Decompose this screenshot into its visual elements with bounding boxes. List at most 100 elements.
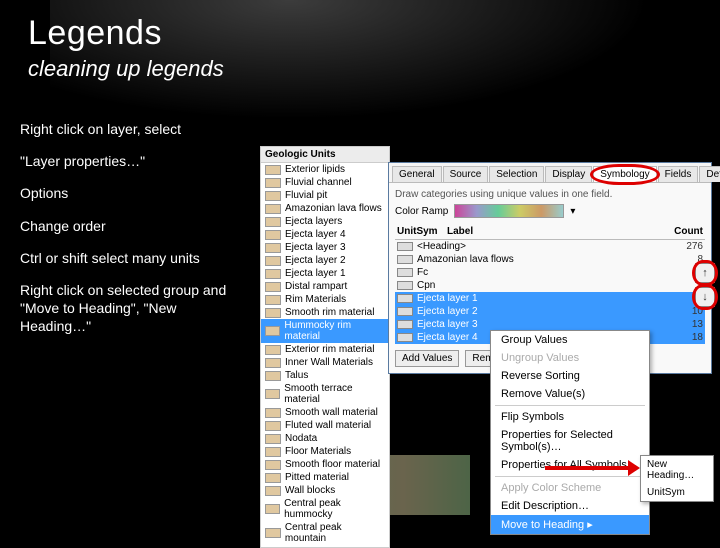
symbology-swatch-icon [397,242,413,251]
symbology-row-label: Amazonian lava flows [417,254,663,265]
symbology-row[interactable]: <Heading>276 [395,240,705,253]
move-down-button[interactable]: ↓ [695,287,715,307]
layer-panel-item[interactable]: Smooth terrace material [261,382,389,406]
layer-panel-item[interactable]: Smooth wall material [261,406,389,419]
layer-panel-item[interactable]: Fluted wall material [261,419,389,432]
layer-panel-item[interactable]: Rim Materials [261,293,389,306]
symbology-swatch-icon [397,294,413,303]
layer-panel-item-label: Hummocky rim material [284,320,385,342]
layer-swatch-icon [265,408,281,418]
layer-panel-item-label: Amazonian lava flows [285,203,382,214]
menu-item[interactable]: Properties for Selected Symbol(s)… [491,426,649,456]
layer-swatch-icon [265,447,281,457]
colorramp[interactable] [454,204,564,218]
symbology-swatch-icon [397,255,413,264]
layer-panel-item[interactable]: Amazonian lava flows [261,202,389,215]
layer-swatch-icon [265,345,281,355]
submenu-item[interactable]: UnitSym [641,484,713,501]
menu-item[interactable]: Properties for All Symbols… [491,456,649,474]
layer-panel-item[interactable]: Central peak mountain [261,521,389,545]
layer-panel-item[interactable]: Ejecta layer 1 [261,267,389,280]
layer-panel-item[interactable]: Exterior lipids [261,163,389,176]
colorramp-dropdown-icon[interactable]: ▾ [570,206,575,217]
layer-panel-item-label: Floor Materials [285,446,351,457]
add-values-button[interactable]: Add Values [395,350,459,367]
layer-panel-item-label: Ejecta layer 3 [285,242,346,253]
layer-swatch-icon [265,243,281,253]
layer-panel-item[interactable]: Pitted material [261,471,389,484]
symbology-row-count: 18 [663,332,703,343]
instruction-line: Change order [20,217,240,235]
layer-panel-item-label: Pitted material [285,472,349,483]
layer-panel-item[interactable]: Exterior rim material [261,343,389,356]
instruction-line: Options [20,184,240,202]
symbology-row[interactable]: Cpn1 [395,279,705,292]
symbology-swatch-icon [397,320,413,329]
layer-panel-item-label: Nodata [285,433,317,444]
layer-panel-item[interactable]: Ejecta layer 3 [261,241,389,254]
tab-symbology[interactable]: Symbology [593,166,656,182]
layer-panel-item[interactable]: Ejecta layers [261,215,389,228]
layer-swatch-icon [265,473,281,483]
layer-swatch-icon [265,389,280,399]
layer-panel-item[interactable]: Distal rampart [261,280,389,293]
symbology-row-label: <Heading> [417,241,663,252]
tab-selection[interactable]: Selection [489,166,544,182]
symbology-row-label: Cpn [417,280,663,291]
symbology-row[interactable]: Ejecta layer 210 [395,305,705,318]
layer-swatch-icon [265,326,280,336]
layer-panel-item[interactable]: Ejecta layer 4 [261,228,389,241]
menu-item[interactable]: Remove Value(s) [491,385,649,403]
colorramp-label: Color Ramp [395,206,448,217]
layer-panel-item[interactable]: Ejecta layer 2 [261,254,389,267]
layer-swatch-icon [265,204,281,214]
move-up-button[interactable]: ↑ [695,263,715,283]
layer-panel-item-label: Wall blocks [285,485,335,496]
symbology-swatch-icon [397,333,413,342]
menu-separator [495,476,645,477]
layer-panel-item[interactable]: Talus [261,369,389,382]
menu-item[interactable]: Flip Symbols [491,408,649,426]
layer-panel-item[interactable]: Fluvial pit [261,189,389,202]
layer-panel-item[interactable]: Hummocky rim material [261,319,389,343]
layer-swatch-icon [265,358,281,368]
layer-panel-item[interactable]: Inner Wall Materials [261,356,389,369]
layer-panel-item[interactable]: Central peak hummocky [261,497,389,521]
menu-item[interactable]: Edit Description… [491,497,649,515]
layer-panel-item[interactable]: Smooth floor material [261,458,389,471]
submenu-item[interactable]: New Heading… [641,456,713,484]
symbology-row[interactable]: Ejecta layer 17 [395,292,705,305]
symbology-swatch-icon [397,281,413,290]
tab-fields[interactable]: Fields [658,166,699,182]
layer-panel-item[interactable]: Wall blocks [261,484,389,497]
layer-panel-item[interactable]: Smooth rim material [261,306,389,319]
layer-panel-item[interactable]: Nodata [261,432,389,445]
layer-panel-item-label: Fluted wall material [285,420,371,431]
symbology-row-label: Fc [417,267,663,278]
context-menu: Group ValuesUngroup ValuesReverse Sortin… [490,330,650,535]
tab-source[interactable]: Source [443,166,489,182]
layer-panel-item[interactable]: Fluvial channel [261,176,389,189]
layer-panel-item-label: Distal rampart [285,281,347,292]
tab-general[interactable]: General [392,166,442,182]
instruction-line: "Layer properties…" [20,152,240,170]
symbology-row[interactable]: Fc5 [395,266,705,279]
layer-swatch-icon [265,504,280,514]
symbology-row[interactable]: Amazonian lava flows8 [395,253,705,266]
tab-display[interactable]: Display [545,166,592,182]
layer-panel-item-label: Smooth floor material [285,459,380,470]
tab-definition-query[interactable]: Definition Query [699,166,720,182]
menu-separator [495,405,645,406]
layer-swatch-icon [265,178,281,188]
layer-panel-item-label: Central peak hummocky [284,498,385,520]
menu-item[interactable]: Move to Heading ▸ [491,515,649,534]
layer-swatch-icon [265,269,281,279]
annotation-arrow-icon [545,466,630,470]
symbology-row-label: Ejecta layer 1 [417,293,663,304]
menu-item[interactable]: Group Values [491,331,649,349]
layer-swatch-icon [265,460,281,470]
menu-item[interactable]: Reverse Sorting [491,367,649,385]
layer-swatch-icon [265,191,281,201]
layer-panel-item[interactable]: Floor Materials [261,445,389,458]
layer-panel-item-label: Central peak mountain [285,522,385,544]
